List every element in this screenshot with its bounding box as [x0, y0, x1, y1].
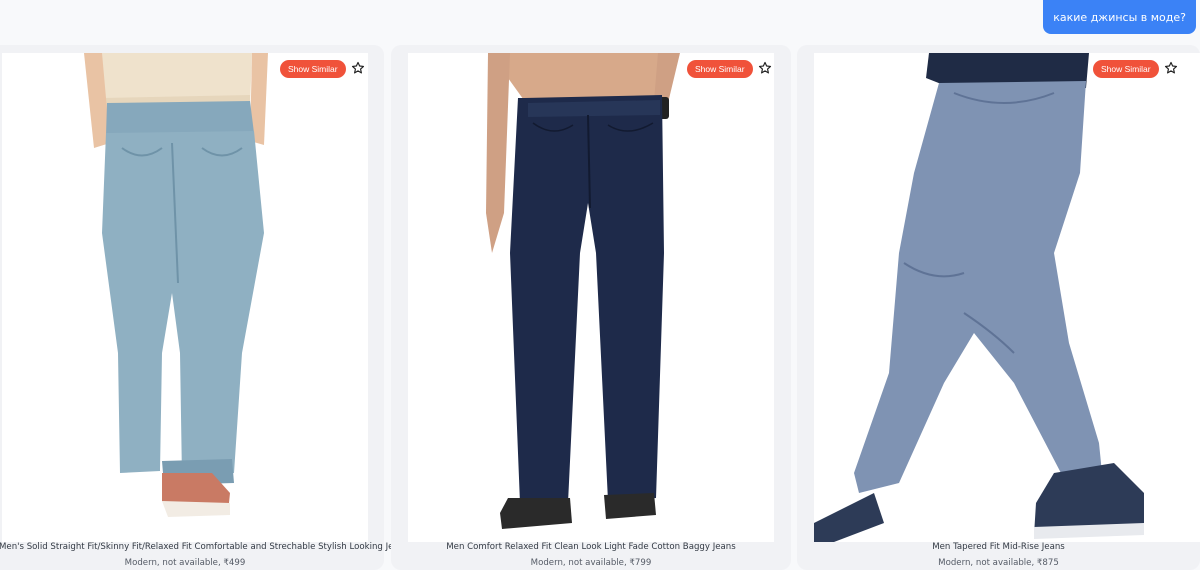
product-card[interactable]: Show Similar Men Tapered Fit Mid-Rise Je… [797, 45, 1200, 570]
product-image[interactable] [408, 53, 774, 542]
grey-blue-jeans-image [814, 53, 1200, 542]
product-title[interactable]: Men Comfort Relaxed Fit Clean Look Light… [391, 542, 791, 552]
chat-results-page: какие джинсы в моде? Show Similar Men's … [0, 0, 1200, 570]
product-title[interactable]: Men's Solid Straight Fit/Skinny Fit/Rela… [0, 542, 409, 552]
star-outline-icon[interactable] [1164, 61, 1178, 75]
show-similar-button[interactable]: Show Similar [1093, 60, 1159, 78]
user-message-text: какие джинсы в моде? [1053, 10, 1186, 24]
product-image[interactable] [814, 53, 1200, 542]
user-message-bubble: какие джинсы в моде? [1043, 0, 1196, 34]
product-image[interactable] [2, 53, 368, 542]
dark-blue-jeans-image [408, 53, 774, 542]
product-title[interactable]: Men Tapered Fit Mid-Rise Jeans [797, 542, 1200, 552]
product-card[interactable]: Show Similar Men Comfort Relaxed Fit Cle… [391, 45, 791, 570]
product-meta: Modern, not available, ₹499 [124, 558, 246, 568]
star-outline-icon[interactable] [758, 61, 772, 75]
product-card[interactable]: Show Similar Men's Solid Straight Fit/Sk… [0, 45, 409, 570]
light-blue-jeans-image [2, 53, 368, 542]
product-meta: Modern, not available, ₹875 [938, 558, 1059, 568]
product-meta: Modern, not available, ₹799 [530, 558, 652, 568]
show-similar-button[interactable]: Show Similar [687, 60, 753, 78]
show-similar-button[interactable]: Show Similar [280, 60, 346, 78]
star-outline-icon[interactable] [351, 61, 365, 75]
